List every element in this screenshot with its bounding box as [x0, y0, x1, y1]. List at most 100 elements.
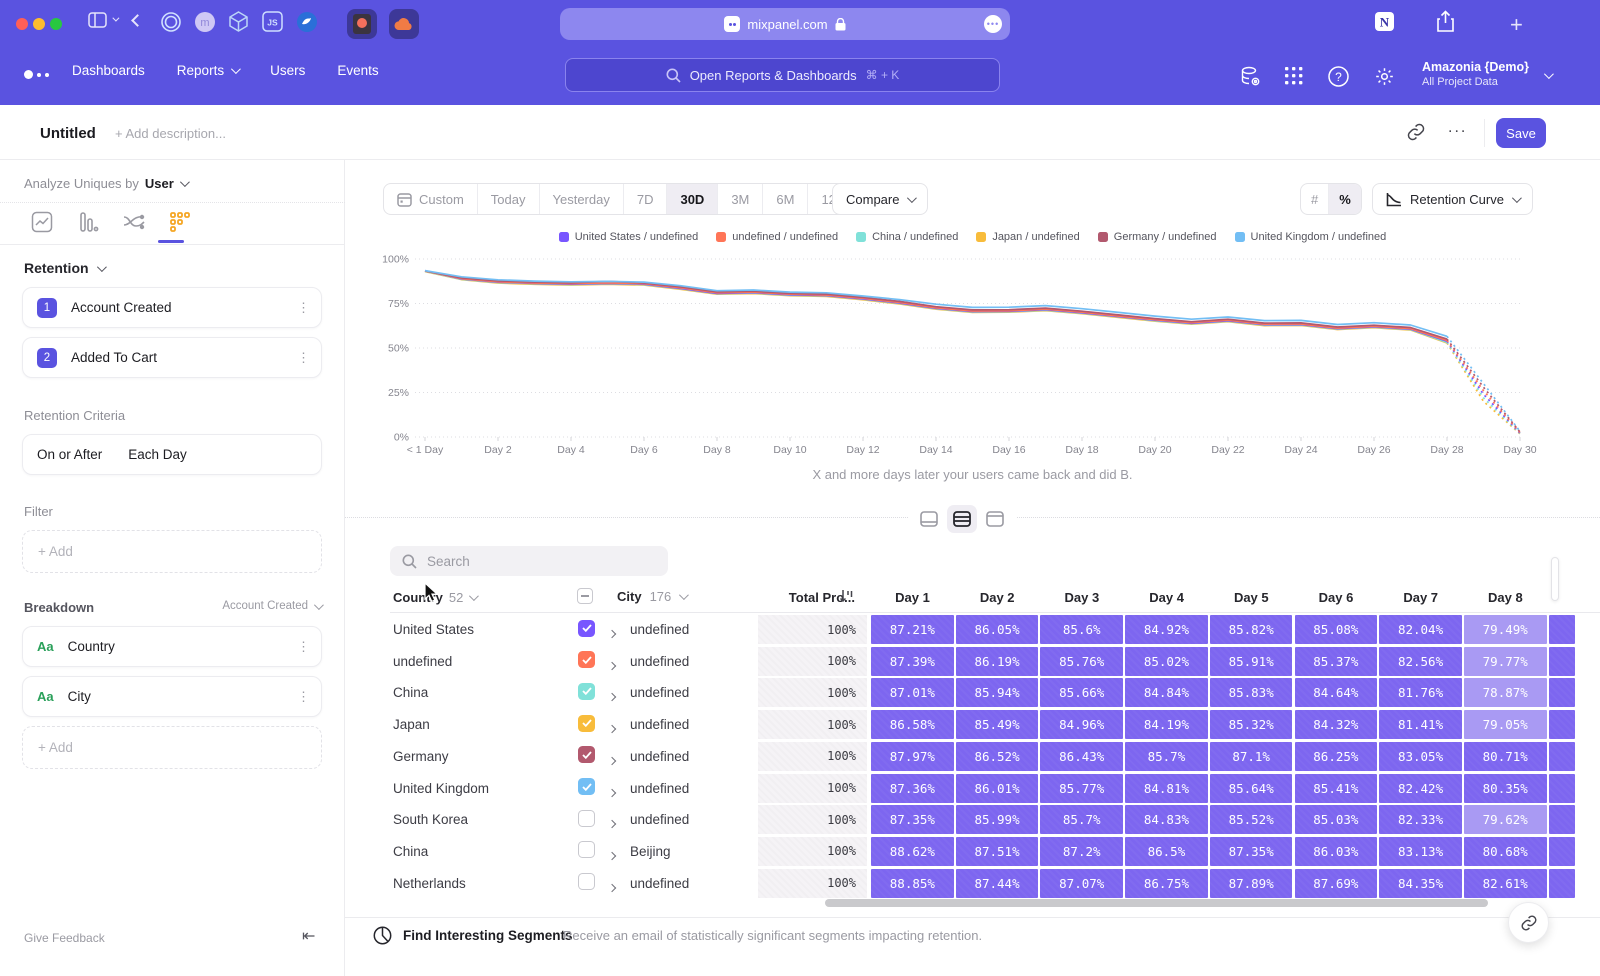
row-checkbox[interactable] — [578, 683, 595, 700]
range-button-custom[interactable]: Custom — [384, 184, 477, 214]
nav-link-events[interactable]: Events — [337, 63, 378, 78]
count-toggle-percent[interactable]: % — [1328, 184, 1361, 214]
legend-item[interactable]: Japan / undefined — [976, 231, 1079, 243]
nav-link-dashboards[interactable]: Dashboards — [72, 63, 145, 78]
kebab-menu-icon[interactable]: ⋮ — [297, 694, 307, 699]
m-extension-icon[interactable]: m — [194, 11, 216, 33]
chevron-down-icon[interactable] — [112, 17, 117, 22]
range-button-yesterday[interactable]: Yesterday — [539, 184, 623, 214]
retention-line-chart[interactable]: 100%75%50%25%0%< 1 DayDay 2Day 4Day 6Day… — [345, 248, 1600, 463]
row-checkbox[interactable] — [578, 873, 595, 890]
row-checkbox[interactable] — [578, 810, 595, 827]
kebab-menu-icon[interactable]: ⋮ — [297, 305, 307, 310]
day-column-header[interactable]: Day 1 — [871, 590, 954, 605]
new-tab-icon[interactable]: + — [1510, 12, 1523, 38]
row-checkbox[interactable] — [578, 715, 595, 732]
step-card-2[interactable]: 2 Added To Cart ⋮ — [22, 337, 322, 378]
target-extension-icon[interactable] — [160, 11, 182, 33]
day-column-header[interactable]: Day 3 — [1040, 590, 1123, 605]
minimize-window-button[interactable] — [33, 18, 45, 30]
tab-retention[interactable] — [168, 210, 192, 234]
legend-item[interactable]: United Kingdom / undefined — [1235, 231, 1387, 243]
city-column-header[interactable]: City 176 — [577, 588, 686, 604]
day-column-header[interactable]: Day 2 — [956, 590, 1039, 605]
criteria-on-or-after[interactable]: On or After — [37, 447, 102, 462]
breakdown-card-city[interactable]: Aa City ⋮ — [22, 676, 322, 717]
cloud-extension-icon[interactable] — [389, 9, 419, 39]
copy-link-icon[interactable] — [1406, 122, 1428, 144]
day-column-header[interactable]: Day 8 — [1464, 590, 1547, 605]
expand-row-icon[interactable] — [609, 814, 615, 832]
report-title[interactable]: Untitled — [40, 125, 96, 142]
project-switcher[interactable]: Amazonia {Demo} All Project Data — [1422, 60, 1529, 88]
row-checkbox[interactable] — [578, 778, 595, 795]
day-column-header[interactable]: Day 6 — [1295, 590, 1378, 605]
record-extension-icon[interactable] — [347, 9, 377, 39]
add-filter-button[interactable]: + Add — [22, 530, 322, 573]
js-extension-icon[interactable]: JS — [262, 11, 283, 32]
help-icon[interactable]: ? — [1326, 64, 1350, 88]
sort-descending-icon[interactable] — [839, 588, 854, 603]
close-window-button[interactable] — [16, 18, 28, 30]
select-all-checkbox[interactable] — [577, 588, 593, 604]
zoom-window-button[interactable] — [50, 18, 62, 30]
tab-insights[interactable] — [30, 210, 54, 234]
country-column-header[interactable]: Country 52 — [393, 590, 476, 605]
cube-extension-icon[interactable] — [228, 11, 249, 32]
back-icon[interactable] — [133, 16, 142, 25]
bird-extension-icon[interactable] — [296, 11, 318, 33]
global-search-button[interactable]: Open Reports & Dashboards ⌘ + K — [565, 58, 1000, 92]
tab-funnels[interactable] — [76, 210, 100, 234]
expand-row-icon[interactable] — [609, 687, 615, 705]
legend-item[interactable]: undefined / undefined — [716, 231, 838, 243]
retention-criteria-card[interactable]: On or After Each Day — [22, 434, 322, 475]
layout-split-icon[interactable] — [947, 505, 977, 533]
layout-table-only-icon[interactable] — [980, 505, 1010, 533]
more-options-button[interactable]: ... — [1448, 119, 1467, 137]
expand-row-icon[interactable] — [609, 719, 615, 737]
data-management-icon[interactable] — [1238, 64, 1262, 88]
compare-button[interactable]: Compare — [832, 183, 928, 215]
expand-row-icon[interactable] — [609, 624, 615, 642]
nav-link-reports[interactable]: Reports — [177, 63, 238, 78]
layout-chart-only-icon[interactable] — [914, 505, 944, 533]
expand-row-icon[interactable] — [609, 783, 615, 801]
notion-icon[interactable]: N — [1374, 11, 1395, 32]
find-segments-title[interactable]: Find Interesting Segments — [403, 928, 573, 943]
share-link-fab[interactable] — [1508, 902, 1549, 943]
count-toggle-number[interactable]: # — [1301, 184, 1328, 214]
horizontal-scrollbar[interactable] — [825, 899, 1488, 907]
add-description-field[interactable]: + Add description... — [115, 126, 226, 141]
step-card-1[interactable]: 1 Account Created ⋮ — [22, 287, 322, 328]
expand-row-icon[interactable] — [609, 751, 615, 769]
chart-type-dropdown[interactable]: Retention Curve — [1372, 183, 1533, 215]
give-feedback-link[interactable]: Give Feedback — [24, 931, 105, 945]
expand-row-icon[interactable] — [609, 878, 615, 896]
day-column-header[interactable]: Day 4 — [1125, 590, 1208, 605]
nav-link-users[interactable]: Users — [270, 63, 305, 78]
range-button-30d[interactable]: 30D — [666, 184, 717, 214]
expand-row-icon[interactable] — [609, 846, 615, 864]
range-button-3m[interactable]: 3M — [717, 184, 762, 214]
table-search-input[interactable]: Search — [390, 546, 668, 576]
row-checkbox[interactable] — [578, 620, 595, 637]
share-icon[interactable] — [1436, 10, 1455, 33]
mixpanel-logo[interactable] — [24, 70, 49, 79]
range-button-7d[interactable]: 7D — [623, 184, 667, 214]
apps-grid-icon[interactable] — [1282, 64, 1306, 88]
row-checkbox[interactable] — [578, 841, 595, 858]
day-column-header[interactable]: Day 7 — [1379, 590, 1462, 605]
collapse-sidebar-icon[interactable]: ⇤ — [302, 926, 315, 946]
day-column-header[interactable]: Day 5 — [1210, 590, 1293, 605]
analyze-uniques-selector[interactable]: Analyze Uniques by User — [24, 176, 187, 191]
expand-row-icon[interactable] — [609, 656, 615, 674]
row-checkbox[interactable] — [578, 651, 595, 668]
tab-flows[interactable] — [122, 210, 146, 234]
settings-gear-icon[interactable] — [1372, 64, 1396, 88]
kebab-menu-icon[interactable]: ⋮ — [297, 644, 307, 649]
sidebar-toggle-icon[interactable] — [88, 12, 107, 28]
extensions-menu-icon[interactable]: ••• — [984, 15, 1002, 33]
vertical-scrollbar[interactable] — [1551, 557, 1559, 601]
legend-item[interactable]: Germany / undefined — [1098, 231, 1217, 243]
address-bar[interactable]: mixpanel.com ••• — [560, 8, 1010, 40]
